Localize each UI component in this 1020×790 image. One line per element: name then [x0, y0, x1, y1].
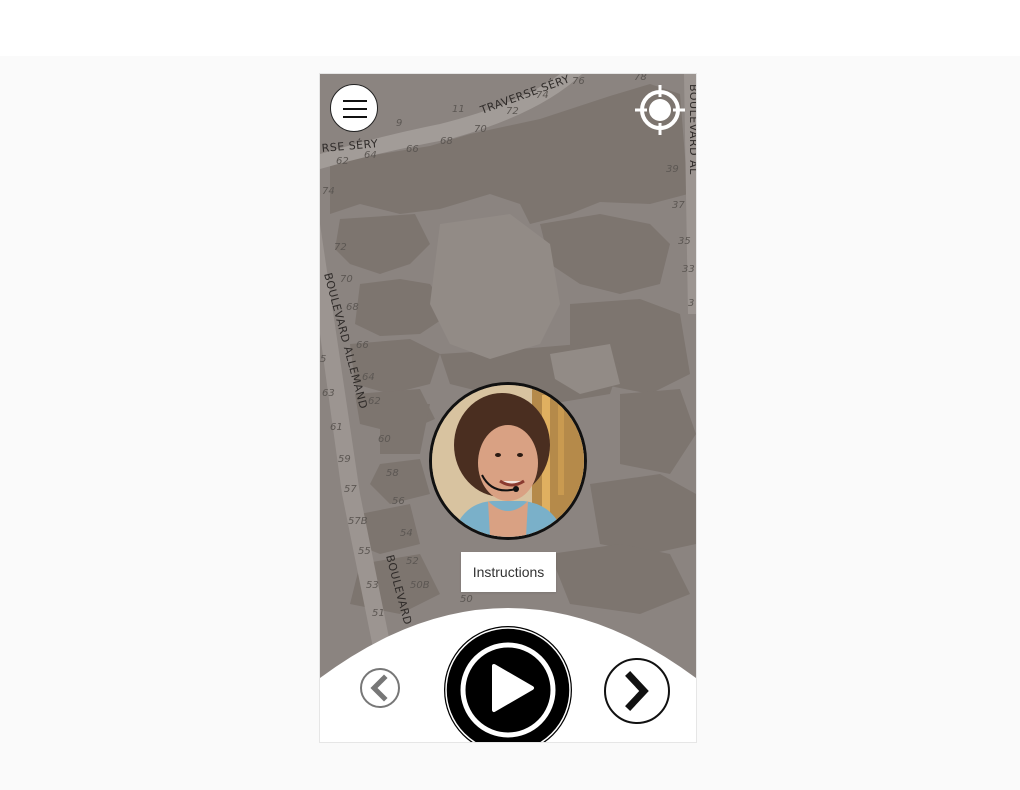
crosshair-icon [635, 85, 685, 135]
guide-avatar[interactable] [429, 382, 587, 540]
svg-text:66: 66 [356, 340, 369, 351]
svg-text:64: 64 [364, 150, 377, 161]
svg-text:57B: 57B [348, 516, 368, 527]
svg-text:5: 5 [320, 354, 326, 365]
svg-text:70: 70 [340, 274, 353, 285]
locate-me-button[interactable] [634, 84, 686, 136]
instructions-button[interactable]: Instructions [461, 552, 556, 592]
svg-text:54: 54 [400, 528, 413, 539]
menu-button[interactable] [330, 84, 378, 132]
svg-text:64: 64 [362, 372, 375, 383]
svg-text:74: 74 [536, 90, 549, 101]
svg-text:58: 58 [386, 468, 399, 479]
chevron-left-icon [370, 674, 388, 702]
next-button[interactable] [604, 658, 670, 724]
svg-text:50: 50 [460, 594, 473, 605]
svg-text:72: 72 [506, 106, 519, 117]
guide-portrait [432, 385, 584, 537]
svg-text:63: 63 [322, 388, 335, 399]
svg-text:55: 55 [358, 546, 371, 557]
previous-button[interactable] [360, 668, 400, 708]
svg-text:33: 33 [682, 264, 695, 275]
svg-text:37: 37 [672, 200, 685, 211]
svg-text:68: 68 [440, 136, 453, 147]
svg-text:62: 62 [368, 396, 381, 407]
svg-text:9: 9 [396, 118, 402, 129]
chevron-right-icon [625, 671, 649, 711]
hamburger-icon [343, 100, 367, 102]
svg-text:57: 57 [344, 484, 357, 495]
svg-text:66: 66 [406, 144, 419, 155]
play-button[interactable] [444, 626, 572, 742]
svg-text:78: 78 [634, 74, 647, 83]
svg-text:61: 61 [330, 422, 343, 433]
svg-text:72: 72 [334, 242, 347, 253]
street-label-boulevard-east: BOULEVARD AL [687, 84, 696, 175]
svg-text:59: 59 [338, 454, 351, 465]
svg-text:70: 70 [474, 124, 487, 135]
svg-text:56: 56 [392, 496, 405, 507]
svg-text:50B: 50B [410, 580, 430, 591]
svg-text:35: 35 [678, 236, 691, 247]
svg-text:76: 76 [572, 76, 585, 87]
svg-text:11: 11 [452, 104, 465, 115]
svg-text:62: 62 [336, 156, 349, 167]
svg-text:52: 52 [406, 556, 419, 567]
svg-text:74: 74 [322, 186, 335, 197]
svg-text:3: 3 [688, 298, 694, 309]
svg-text:53: 53 [366, 580, 379, 591]
page-header-band [0, 0, 1020, 56]
mobile-app-frame: TRAVERSE SÉRY RSE SÉRY BOULEVARD ALLEMAN… [320, 74, 696, 742]
svg-text:39: 39 [666, 164, 679, 175]
svg-text:68: 68 [346, 302, 359, 313]
play-icon [445, 627, 571, 742]
svg-text:60: 60 [378, 434, 391, 445]
